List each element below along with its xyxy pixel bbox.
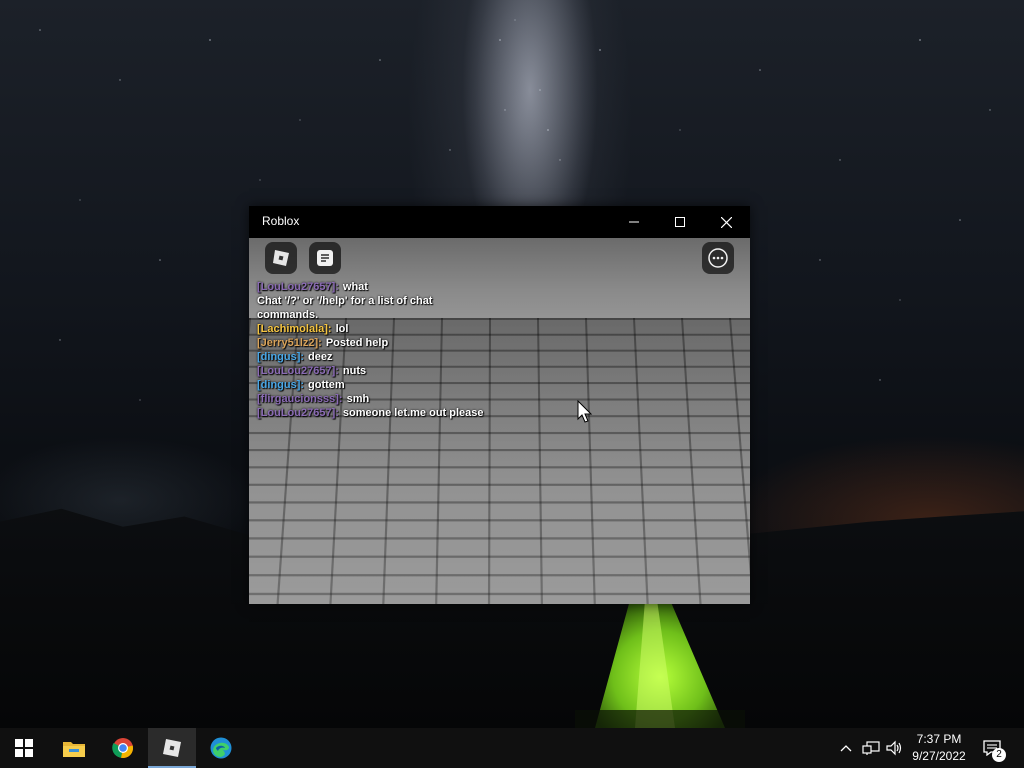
- notification-count-badge: 2: [992, 748, 1006, 762]
- taskbar-roblox[interactable]: [148, 728, 196, 768]
- chat-text: nuts: [342, 365, 367, 377]
- glowing-tent: [575, 600, 745, 728]
- taskbar-clock[interactable]: 7:37 PM 9/27/2022: [908, 731, 970, 765]
- edge-icon: [210, 737, 232, 759]
- window-title: Roblox: [262, 214, 300, 228]
- chat-text: Posted help: [325, 337, 389, 349]
- chat-text: what: [342, 281, 368, 293]
- chat-username: [LouLou27657]:: [257, 407, 339, 419]
- chat-username: [dingus]:: [257, 351, 305, 363]
- minimize-icon: [629, 221, 639, 223]
- game-viewport[interactable]: [LouLou27657]: what Chat '/?' or '/help' f…: [249, 238, 750, 604]
- chat-message: [dingus]: gottem: [257, 378, 487, 392]
- chat-message: [dingus]: deez: [257, 350, 487, 364]
- chevron-up-icon: [840, 745, 852, 752]
- chat-username: [flirgaucionsss]:: [257, 393, 343, 405]
- window-titlebar[interactable]: Roblox: [249, 206, 750, 238]
- start-button[interactable]: [0, 728, 48, 768]
- close-button[interactable]: [703, 206, 749, 238]
- chat-message: [LouLou27657]: what: [257, 280, 487, 294]
- chat-toggle-button[interactable]: [309, 242, 341, 274]
- volume-tray-button[interactable]: [884, 738, 904, 758]
- roblox-window[interactable]: Roblox [LouLou27657]: what Chat '/?' or …: [249, 206, 750, 604]
- chat-icon: [317, 250, 333, 266]
- windows-start-icon: [15, 739, 33, 757]
- maximize-icon: [675, 217, 685, 227]
- chat-text: deez: [308, 351, 333, 363]
- clock-date: 9/27/2022: [912, 749, 966, 763]
- chat-log: [LouLou27657]: what Chat '/?' or '/help' f…: [257, 280, 487, 420]
- chat-message: [LouLou27657]: someone let.me out please: [257, 406, 487, 420]
- file-explorer-icon: [63, 742, 85, 757]
- chat-username: [LouLou27657]:: [257, 281, 339, 293]
- taskbar-chrome[interactable]: [99, 728, 147, 768]
- chat-username: [dingus]:: [257, 379, 305, 391]
- mouse-cursor-icon: [577, 400, 593, 423]
- chat-message: Chat '/?' or '/help' for a list of chat …: [257, 294, 487, 322]
- clock-time: 7:37 PM: [916, 732, 962, 746]
- chat-username: [LouLou27657]:: [257, 365, 339, 377]
- more-options-button[interactable]: [702, 242, 734, 274]
- taskbar: 7:37 PM 9/27/2022 2: [0, 728, 1024, 768]
- chat-message: [Jerry51lz2]: Posted help: [257, 336, 487, 350]
- network-tray-button[interactable]: [861, 738, 881, 758]
- more-options-icon: [708, 248, 728, 268]
- volume-icon: [886, 740, 902, 756]
- chat-text: lol: [335, 323, 349, 335]
- chat-text: someone let.me out please: [342, 407, 484, 419]
- chrome-icon: [112, 738, 134, 759]
- close-icon: [720, 216, 732, 228]
- chat-message: [Lachimolala]: lol: [257, 322, 487, 336]
- network-icon: [862, 741, 880, 755]
- roblox-menu-button[interactable]: [265, 242, 297, 274]
- chat-message: [LouLou27657]: nuts: [257, 364, 487, 378]
- taskbar-file-explorer[interactable]: [50, 728, 98, 768]
- taskbar-edge[interactable]: [197, 728, 245, 768]
- maximize-button[interactable]: [657, 206, 703, 238]
- roblox-icon: [163, 739, 181, 757]
- minimize-button[interactable]: [611, 206, 657, 238]
- chat-text: gottem: [308, 379, 345, 391]
- show-hidden-icons-button[interactable]: [836, 738, 856, 758]
- roblox-logo-icon: [273, 250, 289, 266]
- chat-username: [Lachimolala]:: [257, 323, 332, 335]
- chat-username: [Jerry51lz2]:: [257, 337, 322, 349]
- chat-text: Chat '/?' or '/help' for a list of chat …: [257, 295, 433, 321]
- chat-message: [flirgaucionsss]: smh: [257, 392, 487, 406]
- chat-text: smh: [346, 393, 370, 405]
